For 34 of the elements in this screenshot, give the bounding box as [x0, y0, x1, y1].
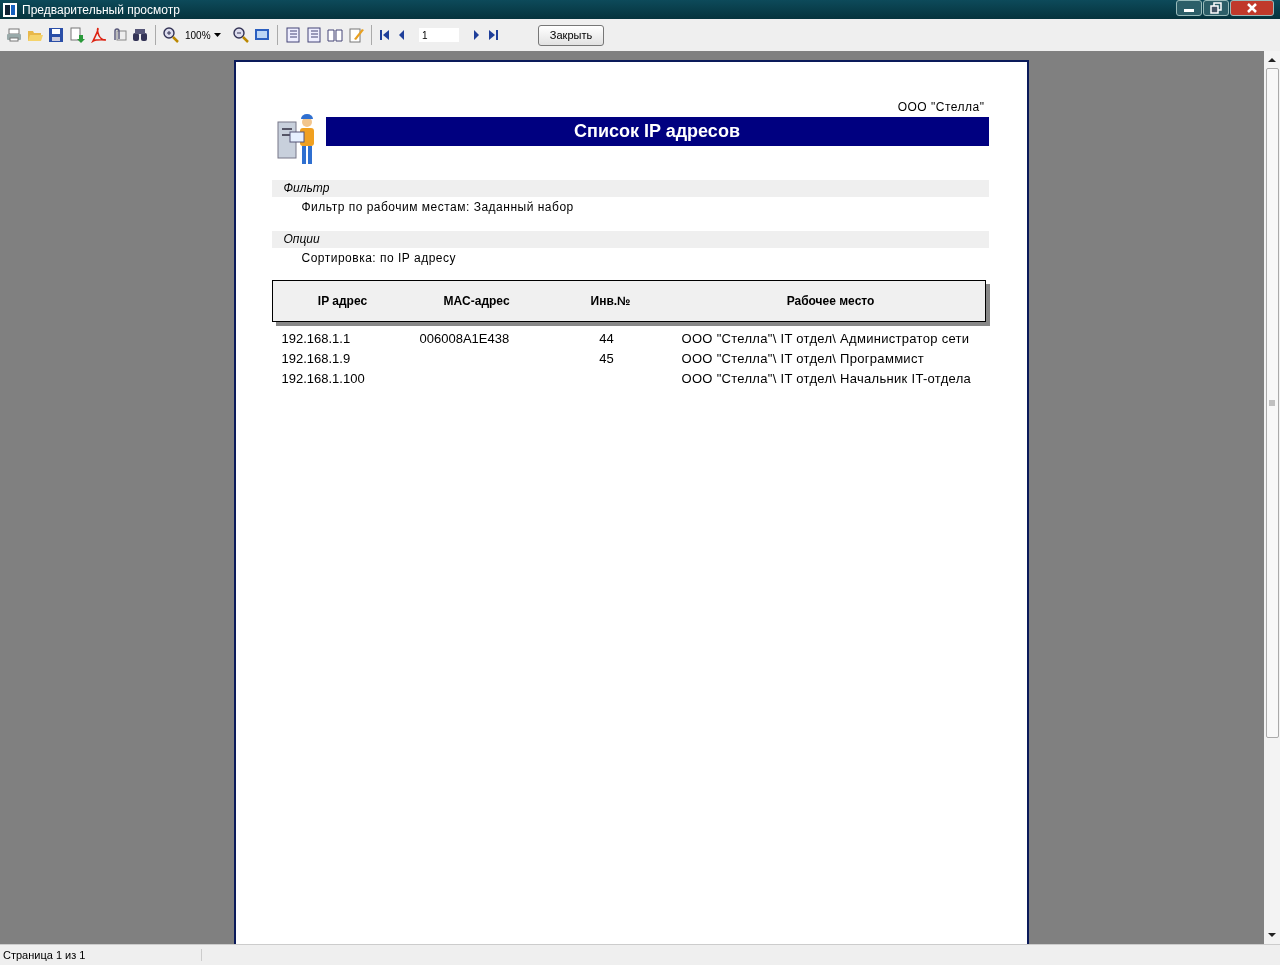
- report-title: Список IP адресов: [574, 121, 740, 142]
- column-header: Инв.№: [589, 294, 632, 308]
- restore-icon: [1210, 2, 1222, 14]
- table-cell: ООО "Стелла"\ IT отдел\ Программист: [681, 350, 924, 366]
- company-name: ООО "Стелла": [896, 100, 986, 114]
- column-header: Рабочее место: [785, 294, 876, 308]
- app-icon: [3, 2, 17, 17]
- table-cell: 192.168.1.100: [281, 370, 365, 386]
- table-cell: 45: [599, 350, 614, 366]
- table-cell: ООО "Стелла"\ IT отдел\ Начальник IT-отдела: [681, 370, 972, 386]
- vertical-scrollbar[interactable]: [1264, 51, 1280, 944]
- section-heading: Фильтр: [271, 180, 989, 197]
- section-text: Сортировка: по IP адресу: [300, 250, 457, 267]
- close-button[interactable]: [1230, 0, 1274, 16]
- page-status: Страница 1 из 1: [0, 949, 202, 961]
- close-preview-button[interactable]: Закрыть: [538, 24, 604, 46]
- restore-button[interactable]: [1203, 0, 1229, 16]
- minimize-button[interactable]: [1176, 0, 1202, 16]
- window-title: Предварительный просмотр: [22, 2, 181, 17]
- scroll-thumb[interactable]: [1265, 68, 1279, 738]
- table-cell: 192.168.1.9: [281, 350, 351, 366]
- table-cell: 192.168.1.1: [281, 330, 351, 346]
- column-header: MAC-адрес: [442, 294, 511, 308]
- caret-icon: [213, 33, 221, 37]
- table-cell: ООО "Стелла"\ IT отдел\ Администратор сети: [681, 330, 970, 346]
- page-number-field[interactable]: 1: [419, 28, 459, 42]
- section-text: Фильтр по рабочим местам: Заданный набор: [300, 199, 575, 216]
- zoom-dropdown[interactable]: 100%: [182, 29, 230, 41]
- close-icon: [1246, 2, 1258, 14]
- table-cell: 006008A1E438: [419, 330, 510, 346]
- section-heading: Опции: [271, 231, 989, 248]
- table-cell: 44: [599, 330, 614, 346]
- document-export-icon[interactable]: [67, 24, 87, 46]
- column-header: IP адрес: [316, 294, 369, 308]
